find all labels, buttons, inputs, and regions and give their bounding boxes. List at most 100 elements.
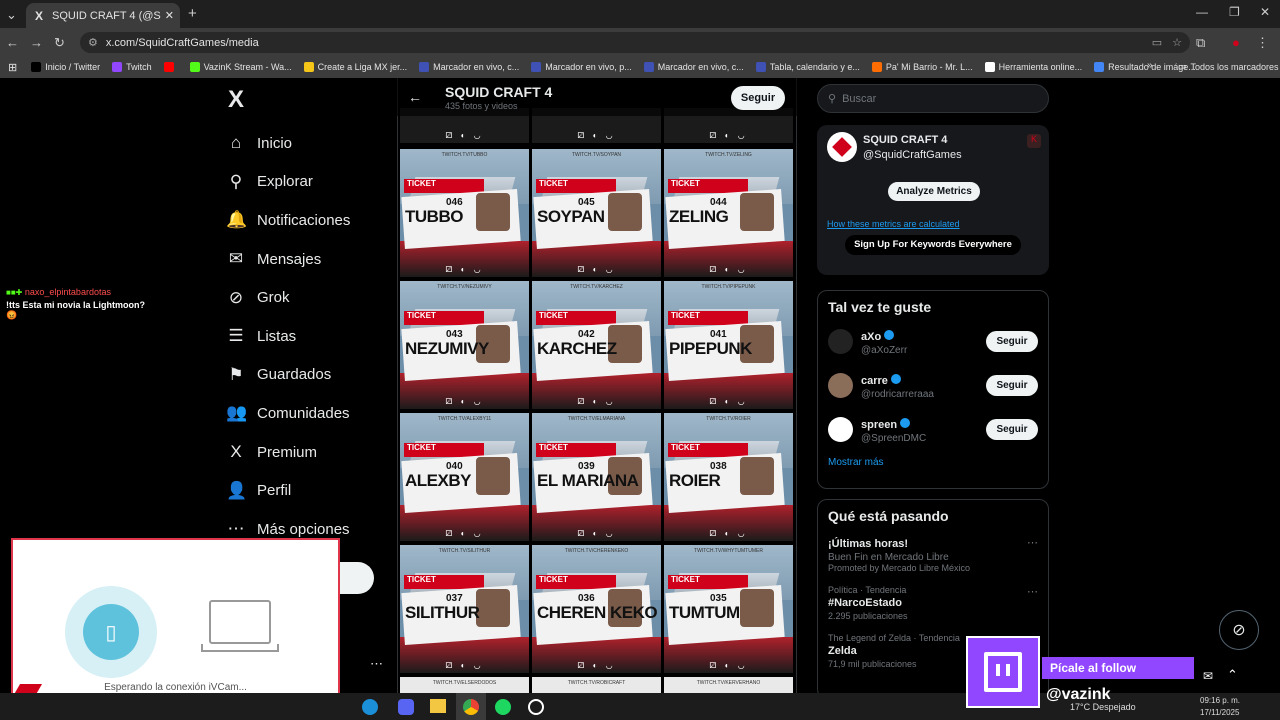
expand-up-icon[interactable]: ⌃ xyxy=(1227,667,1238,683)
media-tile[interactable]: TWITCH.TV/WHYTUMTUMER TICKET 035 TUMTUM ⚂ ◐ … xyxy=(664,545,793,673)
laptop-base xyxy=(201,644,279,652)
keywords-everywhere-icon[interactable]: K xyxy=(1027,134,1041,148)
media-tile[interactable]: TWITCH.TV/TUBBO TICKET 046 TUBBO ⚂ ◐ ◡ xyxy=(400,149,529,277)
bookmark-item[interactable]: Create a Liga MX jer... xyxy=(303,62,407,72)
media-tile[interactable]: TWITCH.TV/ALEXBY11 TICKET 040 ALEXBY ⚂ ◐ ◡ xyxy=(400,413,529,541)
media-tile[interactable]: TWITCH.TV/ROIER TICKET 038 ROIER ⚂ ◐ ◡ xyxy=(664,413,793,541)
user-name: carre xyxy=(861,374,888,387)
media-tile[interactable]: TWITCH.TV/PIPEPUNK TICKET 041 PIPEPUNK ⚂ ◐ ◡ xyxy=(664,281,793,409)
bookmark-item[interactable]: Tabla, calendario y e... xyxy=(755,62,860,72)
search-input[interactable]: ⚲ Buscar xyxy=(817,84,1049,113)
show-more-link[interactable]: Mostrar más xyxy=(818,451,1048,474)
extensions-icon[interactable]: ⧉ xyxy=(1196,34,1205,52)
menu-icon[interactable]: ⋮ xyxy=(1256,34,1269,52)
verified-icon xyxy=(884,330,895,341)
media-tile[interactable]: TWITCH.TV/CHERENKEKO TICKET 036 CHEREN KEKO… xyxy=(532,545,661,673)
restore-icon[interactable]: ❐ xyxy=(1229,5,1240,19)
nav-label: Notificaciones xyxy=(257,211,351,229)
clock-time[interactable]: 09:16 p. m. xyxy=(1200,696,1240,705)
bookmark-label: Marcador en vivo, c... xyxy=(433,62,520,72)
chrome-icon[interactable] xyxy=(463,699,479,715)
follow-user-button[interactable]: Seguir xyxy=(986,374,1038,396)
nav-item-listas[interactable]: ☰ Listas xyxy=(226,317,396,356)
bookmark-item[interactable]: Marcador en vivo, c... xyxy=(419,62,519,72)
discord-icon[interactable] xyxy=(398,699,414,715)
media-tile[interactable]: TWITCH.TV/SILITHUR TICKET 037 SILITHUR ⚂ ◐ ◡ xyxy=(400,545,529,673)
metrics-info-link[interactable]: How these metrics are calculated xyxy=(827,219,960,229)
ticket-label: TICKET xyxy=(668,443,748,457)
minimize-icon[interactable]: — xyxy=(1196,5,1208,19)
reload-icon[interactable]: ↻ xyxy=(54,34,65,52)
follow-button[interactable]: Seguir xyxy=(731,86,785,110)
follow-user-button[interactable]: Seguir xyxy=(986,330,1038,352)
forward-icon[interactable]: → xyxy=(30,34,43,52)
back-arrow-icon[interactable]: ← xyxy=(408,89,422,105)
bookmark-favicon-icon xyxy=(189,62,200,72)
edge-icon[interactable] xyxy=(362,699,378,715)
bookmark-item[interactable]: VazinK Stream - Wa... xyxy=(189,62,292,72)
nav-item-inicio[interactable]: ⌂ Inicio xyxy=(226,124,396,163)
url-bar[interactable]: ⚙ x.com/SquidCraftGames/media ▭ ☆ xyxy=(80,32,1190,53)
close-window-icon[interactable]: ✕ xyxy=(1260,5,1270,19)
media-tile[interactable]: TWITCH.TV/SOYPAN TICKET 045 SOYPAN ⚂ ◐ ◡ xyxy=(532,149,661,277)
media-tile-icons: ⚂ ◐ ◡ xyxy=(445,529,484,538)
browser-tab[interactable]: X SQUID CRAFT 4 (@SquidCraftG ✕ xyxy=(26,3,180,28)
nav-item-mensajes[interactable]: ✉ Mensajes xyxy=(226,240,396,279)
media-twitch-url: TWITCH.TV/CHERENKEKO xyxy=(564,548,629,554)
ticket-label: TICKET xyxy=(668,311,748,325)
spotify-icon[interactable] xyxy=(495,699,511,715)
bookmark-favicon-icon xyxy=(1094,62,1105,72)
bookmark-item[interactable]: Marcador en vivo, c... xyxy=(643,62,744,72)
media-twitch-url: TWITCH.TV/KARCHEZ xyxy=(570,284,623,290)
player-name: PIPEPUNK xyxy=(669,339,752,358)
verified-icon xyxy=(900,418,911,429)
trend-item[interactable]: ¡Últimas horas! Buen Fin en Mercado Libre… xyxy=(818,530,1048,579)
all-bookmarks[interactable]: ▭ Todos los marcadores xyxy=(1178,61,1279,72)
extension-red-icon[interactable]: ● xyxy=(1232,34,1240,52)
suggested-user[interactable]: carre @rodricarreraaa Seguir xyxy=(818,363,1048,407)
tab-search-icon[interactable]: ⌄ xyxy=(6,6,17,24)
media-tile[interactable]: TWITCH.TV/NEZUMIVY TICKET 043 NEZUMIVY ⚂ ◐ ◡ xyxy=(400,281,529,409)
bookmark-item[interactable]: Twitch xyxy=(112,62,152,72)
nav-item-explorar[interactable]: ⚲ Explorar xyxy=(226,163,396,202)
clock-date[interactable]: 17/11/2025 xyxy=(1200,708,1239,717)
nav-item-guardados[interactable]: ⚑ Guardados xyxy=(226,356,396,395)
grok-fab-icon[interactable]: ⊘ xyxy=(1219,610,1259,650)
nav-item-comunidades[interactable]: 👥 Comunidades xyxy=(226,394,396,433)
trend-more-icon[interactable]: ⋯ xyxy=(1027,536,1038,549)
trend-item[interactable]: Política · Tendencia #NarcoEstado 2.295 pu… xyxy=(818,579,1048,627)
analyze-metrics-button[interactable]: Analyze Metrics xyxy=(888,182,980,201)
x-logo-icon[interactable]: X xyxy=(228,86,396,113)
bookmark-item[interactable]: Marcador en vivo, p... xyxy=(531,62,632,72)
nav-item-perfil[interactable]: 👤 Perfil xyxy=(226,471,396,510)
cast-icon[interactable]: ▭ xyxy=(1152,36,1162,49)
dm-drawer-icon[interactable]: ✉ xyxy=(1203,669,1213,683)
media-tile[interactable]: TWITCH.TV/ELMARIANA TICKET 039 EL MARIANA ⚂ … xyxy=(532,413,661,541)
account-more-icon[interactable]: ⋯ xyxy=(370,656,383,672)
suggested-user[interactable]: spreen @SpreenDMC Seguir xyxy=(818,407,1048,451)
trend-count: Promoted by Mercado Libre México xyxy=(828,563,971,573)
nav-item-notificaciones[interactable]: 🔔 Notificaciones xyxy=(226,201,396,240)
trend-more-icon[interactable]: ⋯ xyxy=(1027,585,1038,598)
explorer-icon[interactable] xyxy=(430,699,446,713)
nav-item-premium[interactable]: X Premium xyxy=(226,433,396,472)
bookmarks-overflow-icon[interactable]: » xyxy=(1147,60,1153,71)
bookmark-item[interactable]: Inicio / Twitter xyxy=(31,62,100,72)
bookmark-item[interactable]: Herramienta online... xyxy=(984,62,1082,72)
follow-user-button[interactable]: Seguir xyxy=(986,418,1038,440)
signup-keywords-button[interactable]: Sign Up For Keywords Everywhere xyxy=(845,235,1021,255)
profile-name: SQUID CRAFT 4 xyxy=(445,84,553,100)
back-icon[interactable]: ← xyxy=(6,34,19,52)
nav-item-grok[interactable]: ⊘ Grok xyxy=(226,278,396,317)
obs-icon[interactable] xyxy=(528,699,544,715)
suggested-user[interactable]: aXo @aXoZerr Seguir xyxy=(818,319,1048,363)
bookmark-item[interactable]: Pa' Mi Barrio - Mr. L... xyxy=(871,62,973,72)
tab-close-icon[interactable]: ✕ xyxy=(165,9,174,22)
media-tile[interactable]: TWITCH.TV/ZELING TICKET 044 ZELING ⚂ ◐ ◡ xyxy=(664,149,793,277)
apps-icon[interactable]: ⊞ xyxy=(8,61,17,74)
media-tile[interactable]: TWITCH.TV/KARCHEZ TICKET 042 KARCHEZ ⚂ ◐ ◡ xyxy=(532,281,661,409)
site-info-icon[interactable]: ⚙ xyxy=(88,36,98,49)
new-tab-icon[interactable]: + xyxy=(188,5,197,22)
bookmark-item[interactable] xyxy=(163,62,178,72)
star-icon[interactable]: ☆ xyxy=(1172,36,1182,49)
